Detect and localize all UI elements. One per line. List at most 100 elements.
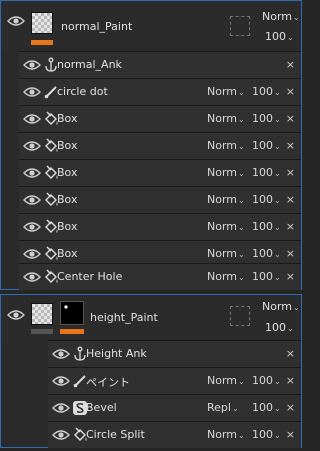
blend-mode-select[interactable]: Norm⌄ — [207, 374, 245, 387]
visibility-eye-icon[interactable] — [52, 429, 70, 441]
opacity-select[interactable]: 100⌄ — [265, 321, 294, 334]
blend-mode-select[interactable]: Norm⌄ — [207, 428, 245, 441]
close-icon[interactable]: × — [286, 247, 295, 260]
chevron-down-icon: ⌄ — [287, 324, 294, 333]
blend-mode-select[interactable]: Norm⌄ — [262, 10, 300, 23]
visibility-eye-icon[interactable] — [23, 86, 41, 98]
blend-mode-select[interactable]: Norm⌄ — [207, 166, 245, 179]
layer-group-height-paint[interactable]: height_Paint Norm⌄ 100⌄ Height Ank × ペイン… — [0, 294, 302, 448]
layer-name: circle dot — [57, 85, 108, 98]
mask-slot[interactable] — [230, 306, 250, 326]
thumbnail-bar — [31, 329, 53, 334]
layer-row[interactable]: Height Ank × — [48, 340, 301, 367]
opacity-select[interactable]: 100⌄ — [252, 374, 281, 387]
close-icon[interactable]: × — [286, 85, 295, 98]
close-icon[interactable]: × — [286, 166, 295, 179]
layer-row[interactable]: Bevel Repl⌄ 100⌄ × — [48, 394, 301, 421]
visibility-eye-icon[interactable] — [23, 167, 41, 179]
opacity-select[interactable]: 100⌄ — [252, 193, 281, 206]
close-icon[interactable]: × — [286, 428, 295, 441]
layer-row[interactable]: Center Hole Norm⌄ 100⌄ × — [19, 263, 301, 290]
layer-thumbnail — [31, 303, 53, 325]
chevron-down-icon: ⌄ — [238, 377, 245, 386]
layer-row[interactable]: Box Norm⌄ 100⌄ × — [19, 186, 301, 213]
chevron-down-icon: ⌄ — [274, 196, 281, 205]
visibility-eye-icon[interactable] — [23, 221, 41, 233]
layer-row[interactable]: ペイント Norm⌄ 100⌄ × — [48, 367, 301, 394]
blend-mode-select[interactable]: Norm⌄ — [207, 139, 245, 152]
layer-name: Box — [57, 139, 78, 152]
chevron-down-icon: ⌄ — [274, 88, 281, 97]
close-icon[interactable]: × — [286, 220, 295, 233]
blend-mode-select[interactable]: Norm⌄ — [207, 247, 245, 260]
mask-slot[interactable] — [230, 16, 250, 36]
close-icon[interactable]: × — [286, 193, 295, 206]
chevron-down-icon: ⌄ — [293, 13, 300, 22]
blend-mode-select[interactable]: Norm⌄ — [207, 85, 245, 98]
close-icon[interactable]: × — [286, 347, 295, 360]
layer-row[interactable]: Circle Split Norm⌄ 100⌄ × — [48, 421, 301, 448]
chevron-down-icon: ⌄ — [238, 250, 245, 259]
close-icon[interactable]: × — [286, 139, 295, 152]
opacity-select[interactable]: 100⌄ — [252, 428, 281, 441]
blend-mode-select[interactable]: Norm⌄ — [207, 193, 245, 206]
blend-mode-select[interactable]: Norm⌄ — [262, 300, 300, 313]
close-icon[interactable]: × — [286, 401, 295, 414]
group-header[interactable]: normal_Paint Norm⌄ 100⌄ — [1, 1, 301, 51]
close-icon[interactable]: × — [286, 270, 295, 283]
layer-group-normal-paint[interactable]: normal_Paint Norm⌄ 100⌄ normal_Ank × cir… — [0, 0, 302, 290]
layer-row[interactable]: Box Norm⌄ 100⌄ × — [19, 132, 301, 159]
layer-name: normal_Ank — [57, 58, 122, 71]
chevron-down-icon: ⌄ — [274, 431, 281, 440]
group-header[interactable]: height_Paint Norm⌄ 100⌄ — [1, 295, 301, 345]
opacity-select[interactable]: 100⌄ — [265, 30, 294, 43]
layer-row[interactable]: circle dot Norm⌄ 100⌄ × — [19, 78, 301, 105]
chevron-down-icon: ⌄ — [274, 377, 281, 386]
group-name: height_Paint — [90, 311, 158, 324]
close-icon[interactable]: × — [286, 112, 295, 125]
layer-row[interactable]: normal_Ank × — [19, 51, 301, 78]
opacity-select[interactable]: 100⌄ — [252, 139, 281, 152]
chevron-down-icon: ⌄ — [238, 142, 245, 151]
opacity-select[interactable]: 100⌄ — [252, 166, 281, 179]
visibility-eye-icon[interactable] — [23, 248, 41, 260]
chevron-down-icon: ⌄ — [238, 223, 245, 232]
visibility-eye-icon[interactable] — [7, 15, 25, 27]
visibility-eye-icon[interactable] — [52, 375, 70, 387]
chevron-down-icon: ⌄ — [274, 115, 281, 124]
chevron-down-icon: ⌄ — [238, 431, 245, 440]
group-name: normal_Paint — [61, 20, 133, 33]
layer-name: Box — [57, 166, 78, 179]
blend-mode-select[interactable]: Norm⌄ — [207, 270, 245, 283]
layer-thumbnail — [31, 12, 53, 34]
close-icon[interactable]: × — [286, 58, 295, 71]
visibility-eye-icon[interactable] — [23, 140, 41, 152]
visibility-eye-icon[interactable] — [52, 348, 70, 360]
layer-name: Height Ank — [86, 347, 147, 360]
layer-row[interactable]: Box Norm⌄ 100⌄ × — [19, 105, 301, 132]
chevron-down-icon: ⌄ — [238, 196, 245, 205]
opacity-select[interactable]: 100⌄ — [252, 270, 281, 283]
close-icon[interactable]: × — [286, 374, 295, 387]
opacity-select[interactable]: 100⌄ — [252, 220, 281, 233]
visibility-eye-icon[interactable] — [23, 59, 41, 71]
blend-mode-select[interactable]: Repl⌄ — [207, 401, 239, 414]
height-thumbnail — [60, 301, 84, 325]
layer-name: Box — [57, 220, 78, 233]
visibility-eye-icon[interactable] — [23, 194, 41, 206]
layer-row[interactable]: Box Norm⌄ 100⌄ × — [19, 213, 301, 240]
thumbnail-color-bar — [60, 329, 84, 334]
visibility-eye-icon[interactable] — [23, 271, 41, 283]
opacity-select[interactable]: 100⌄ — [252, 401, 281, 414]
visibility-eye-icon[interactable] — [23, 113, 41, 125]
chevron-down-icon: ⌄ — [274, 142, 281, 151]
visibility-eye-icon[interactable] — [52, 402, 70, 414]
layer-row[interactable]: Box Norm⌄ 100⌄ × — [19, 159, 301, 186]
opacity-select[interactable]: 100⌄ — [252, 85, 281, 98]
blend-mode-select[interactable]: Norm⌄ — [207, 112, 245, 125]
opacity-select[interactable]: 100⌄ — [252, 247, 281, 260]
opacity-select[interactable]: 100⌄ — [252, 112, 281, 125]
visibility-eye-icon[interactable] — [7, 309, 25, 321]
blend-mode-select[interactable]: Norm⌄ — [207, 220, 245, 233]
chevron-down-icon: ⌄ — [231, 404, 239, 413]
